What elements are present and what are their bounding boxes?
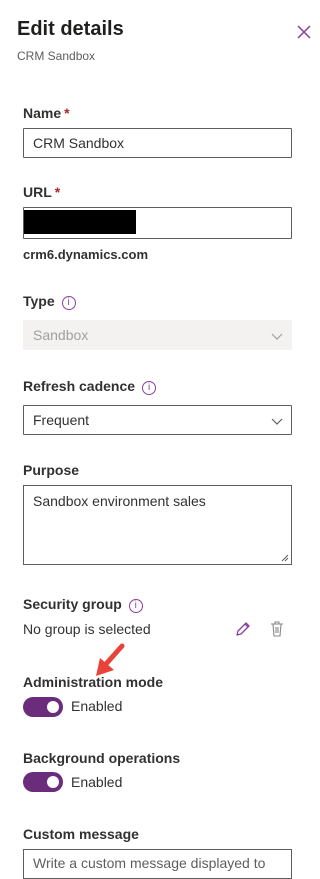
name-label: Name * <box>23 105 70 121</box>
purpose-textarea[interactable]: Sandbox environment sales <box>23 485 292 565</box>
background-operations-label: Background operations <box>23 750 181 766</box>
custom-message-input[interactable]: Write a custom message displayed to <box>23 849 292 879</box>
panel-subtitle: CRM Sandbox <box>17 49 96 63</box>
security-group-label: Security group i <box>23 596 143 613</box>
panel-title: Edit details <box>17 18 124 40</box>
chevron-down-icon <box>271 333 283 340</box>
toggle-knob <box>47 776 59 788</box>
url-label: URL * <box>23 184 61 200</box>
resize-grip-icon[interactable] <box>281 554 289 562</box>
close-icon[interactable] <box>296 24 312 40</box>
pencil-icon[interactable] <box>234 620 252 638</box>
type-dropdown: Sandbox <box>23 320 292 350</box>
info-icon[interactable]: i <box>128 599 143 613</box>
redacted-url-value <box>24 210 136 234</box>
name-input[interactable]: CRM Sandbox <box>23 128 292 158</box>
required-marker: * <box>54 184 61 200</box>
toggle-knob <box>47 701 59 713</box>
edit-details-panel: Edit details CRM Sandbox Name * CRM Sandb… <box>0 0 315 879</box>
administration-mode-label: Administration mode <box>23 674 164 690</box>
trash-icon[interactable] <box>268 620 286 638</box>
custom-message-label: Custom message <box>23 826 139 842</box>
refresh-cadence-dropdown[interactable]: Frequent <box>23 405 292 435</box>
info-icon[interactable]: i <box>142 381 157 395</box>
url-domain-suffix: crm6.dynamics.com <box>23 247 149 262</box>
refresh-cadence-label: Refresh cadence i <box>23 378 157 395</box>
background-operations-toggle[interactable] <box>23 772 63 792</box>
chevron-down-icon <box>271 418 283 425</box>
background-operations-state: Enabled <box>71 774 123 790</box>
type-label: Type i <box>23 293 76 310</box>
purpose-label: Purpose <box>23 462 80 478</box>
administration-mode-toggle[interactable] <box>23 697 63 717</box>
info-icon[interactable]: i <box>61 296 76 310</box>
security-group-value: No group is selected <box>23 621 151 637</box>
required-marker: * <box>64 105 70 121</box>
administration-mode-state: Enabled <box>71 698 123 714</box>
